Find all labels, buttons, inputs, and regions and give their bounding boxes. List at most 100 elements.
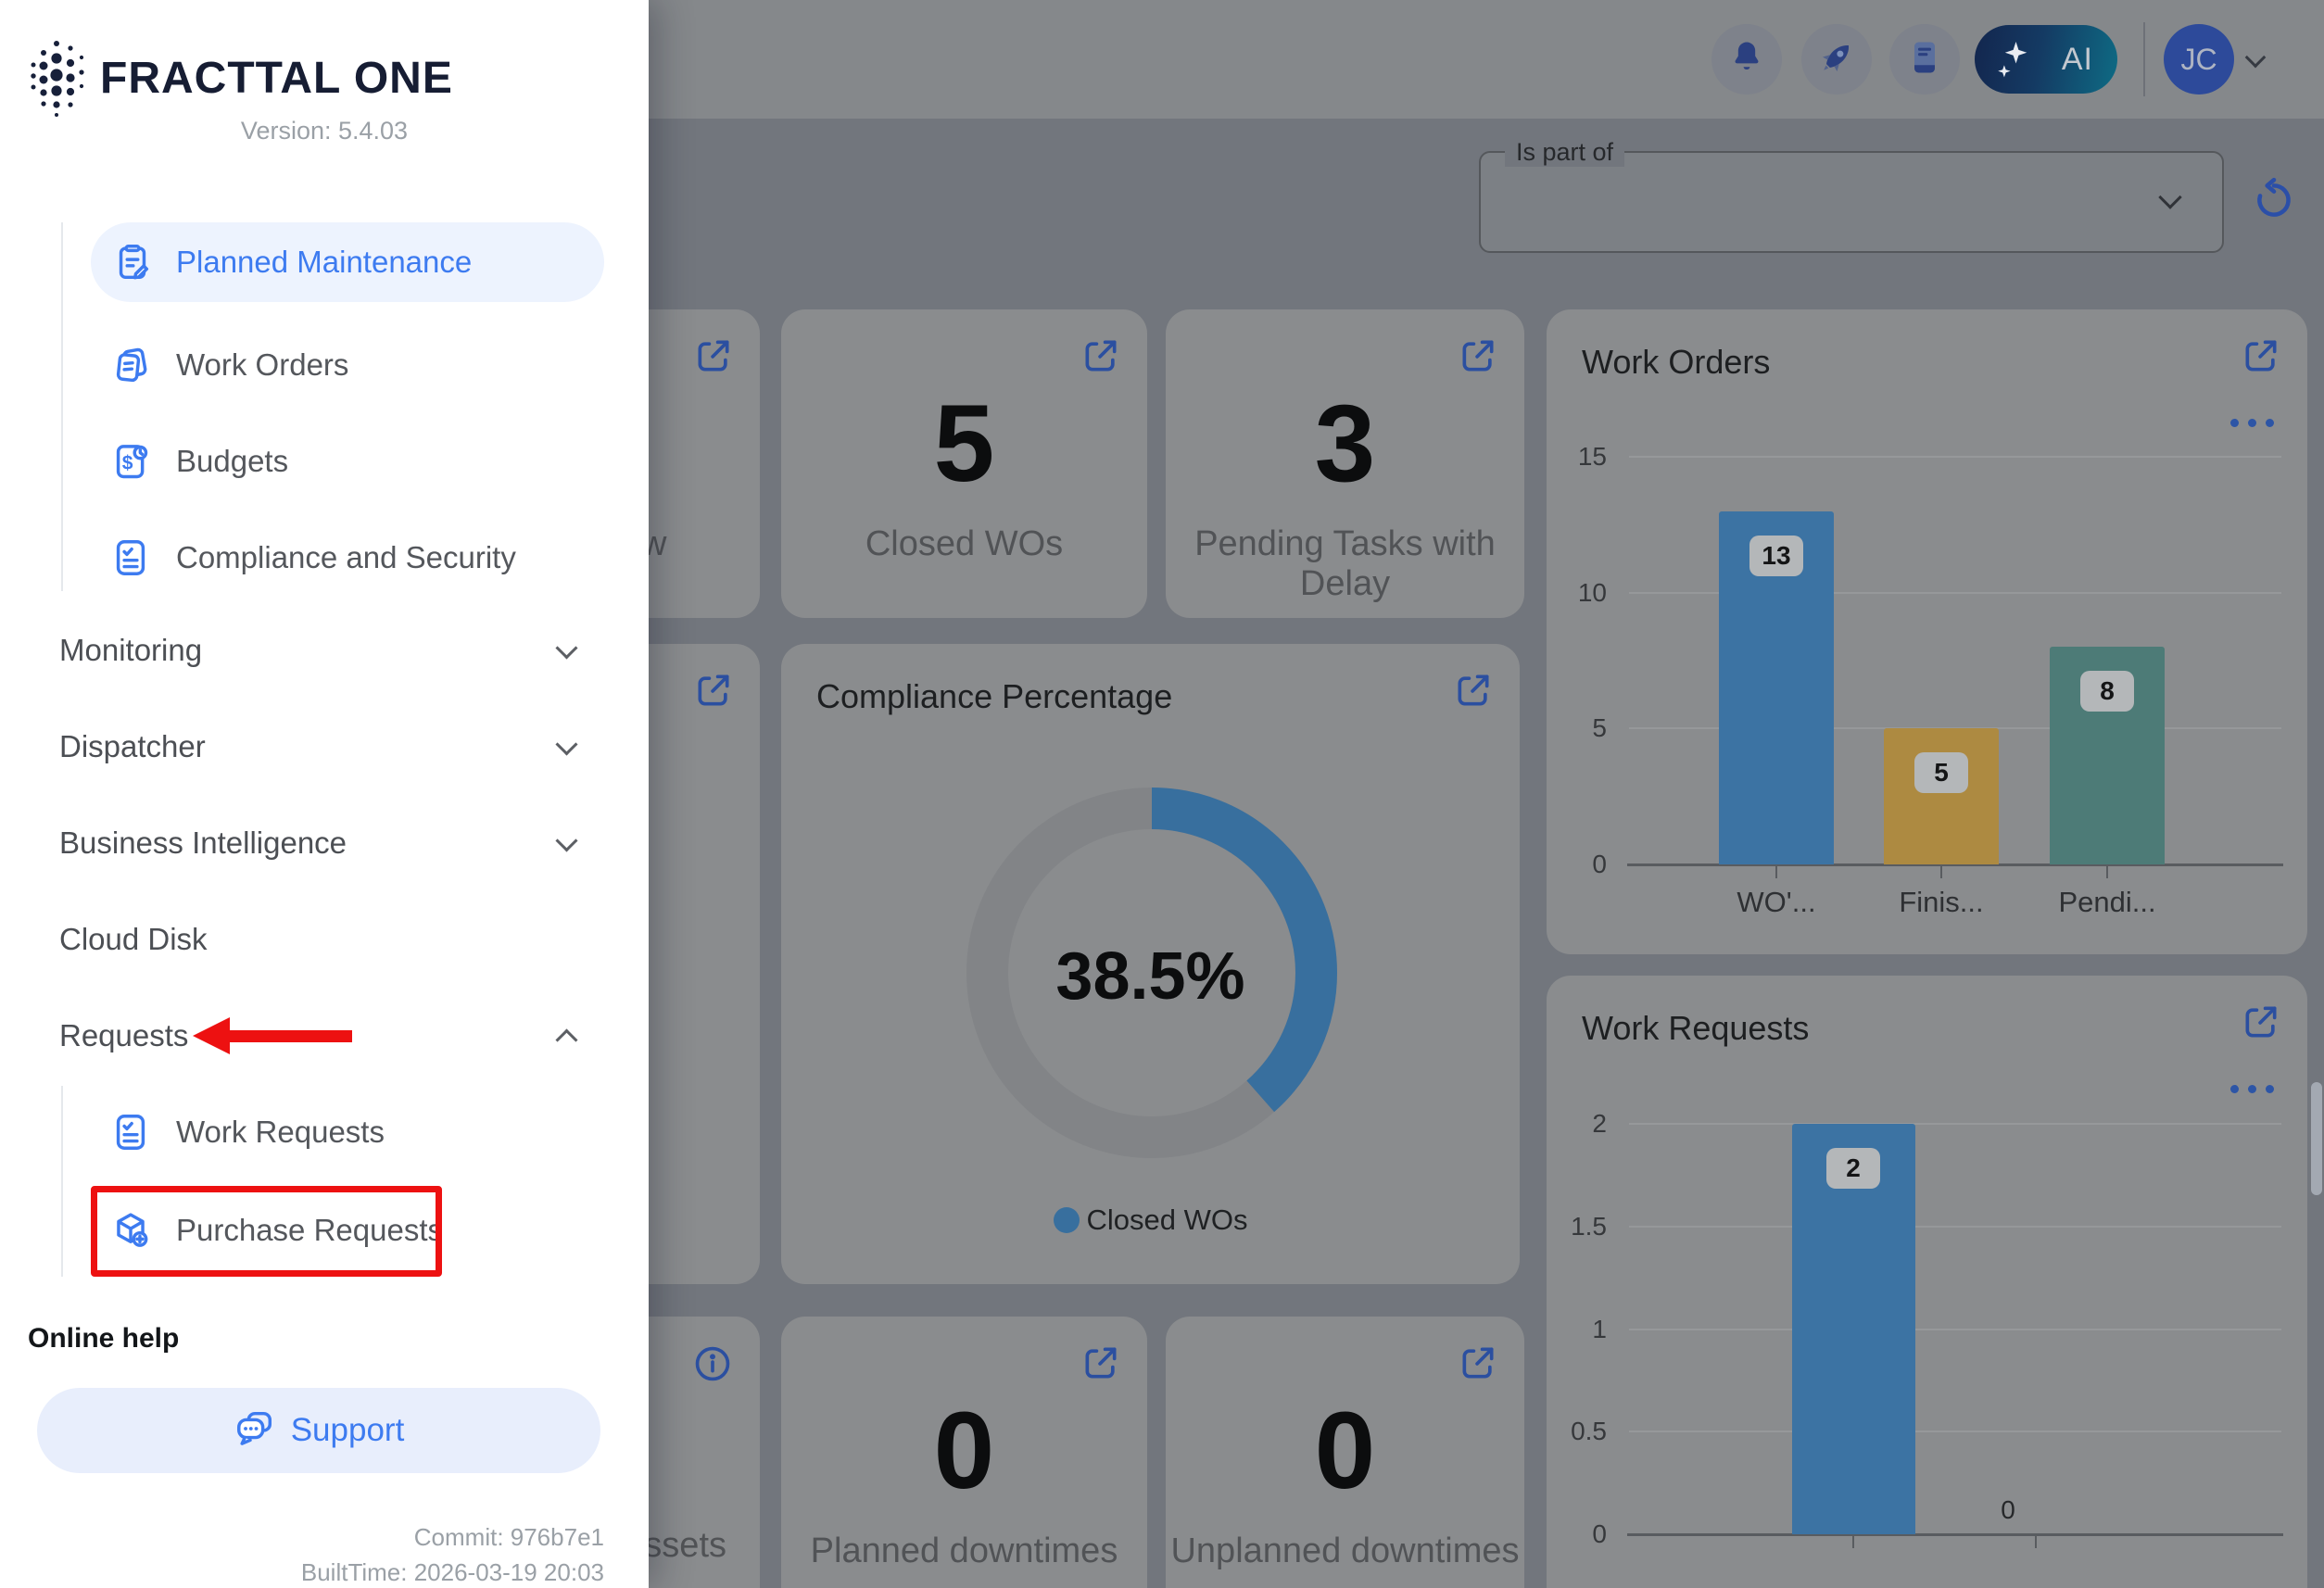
x-axis-category-label: WO'... xyxy=(1688,886,1864,919)
docs-button[interactable] xyxy=(1889,24,1960,95)
chart-title: Work Requests xyxy=(1582,1009,1809,1048)
chart-options-menu[interactable] xyxy=(2228,413,2276,432)
x-axis-tick xyxy=(1852,1536,1854,1548)
y-axis-tick-label: 10 xyxy=(1549,576,1607,610)
open-external-icon[interactable] xyxy=(693,335,734,376)
sidebar-section-label: Business Intelligence xyxy=(59,826,347,861)
select-label: Is part of xyxy=(1505,138,1624,167)
annotation-arrow-requests xyxy=(193,1017,230,1054)
grid-line xyxy=(1629,1226,2281,1228)
sidebar-item-label: Work Orders xyxy=(176,347,348,383)
sidebar-section-label: Requests xyxy=(59,1018,188,1053)
user-avatar[interactable]: JC xyxy=(2164,24,2234,95)
refresh-icon xyxy=(2250,176,2298,224)
avatar-initials: JC xyxy=(2180,43,2217,77)
header-divider xyxy=(2143,22,2145,96)
x-axis-tick xyxy=(2035,1536,2037,1548)
sidebar-item-label: Compliance and Security xyxy=(176,540,516,575)
legend-label: Closed WOs xyxy=(1087,1204,1248,1237)
kpi-label: Pending Tasks with Delay xyxy=(1166,524,1524,604)
chart-legend: Closed WOs xyxy=(781,1204,1520,1237)
sidebar-section-label: Monitoring xyxy=(59,633,202,668)
sidebar-item-compliance-and-security[interactable]: Compliance and Security xyxy=(0,510,649,606)
chevron-down-icon xyxy=(556,832,578,854)
checklist-icon xyxy=(109,1111,152,1153)
kpi-card-unplanned-downtimes: 0 Unplanned downtimes xyxy=(1166,1317,1524,1588)
y-axis-tick-label: 15 xyxy=(1549,440,1607,473)
compliance-percent-value: 38.5% xyxy=(781,939,1520,1015)
sidebar-section-business-intelligence[interactable]: Business Intelligence xyxy=(0,795,649,891)
open-external-icon[interactable] xyxy=(1453,670,1494,711)
refresh-button[interactable] xyxy=(2250,176,2298,224)
x-axis-tick xyxy=(1775,866,1777,878)
app-root: AI JC Is part of w 5 Closed WOs 3 Pendin… xyxy=(0,0,2324,1588)
open-external-icon[interactable] xyxy=(1458,1342,1498,1383)
open-external-icon[interactable] xyxy=(1080,335,1121,376)
open-external-icon[interactable] xyxy=(2241,335,2281,376)
svg-text:$: $ xyxy=(122,452,133,473)
is-part-of-select[interactable]: Is part of xyxy=(1479,151,2224,253)
work-orders-chart-card: Work Orders 05101513WO'...5Finis...8Pend… xyxy=(1547,309,2307,954)
annotation-box-purchase-requests xyxy=(91,1186,442,1277)
clipboard-edit-icon xyxy=(111,241,154,284)
account-menu-chevron-icon[interactable] xyxy=(2246,48,2267,69)
bar-value-badge: 5 xyxy=(1914,752,1968,793)
sidebar-section-monitoring[interactable]: Monitoring xyxy=(0,602,649,699)
kpi-label: Planned downtimes xyxy=(781,1531,1147,1571)
built-time-label: BuiltTime: 2026-03-19 20:03 xyxy=(301,1558,604,1587)
whats-new-button[interactable] xyxy=(1801,24,1872,95)
open-external-icon[interactable] xyxy=(1080,1342,1121,1383)
chevron-up-icon xyxy=(556,1025,578,1047)
chevron-down-icon xyxy=(2159,186,2183,210)
open-external-icon[interactable] xyxy=(693,670,734,711)
y-axis-tick-label: 0 xyxy=(1549,848,1607,881)
scrollbar-thumb[interactable] xyxy=(2311,1082,2322,1195)
online-help-label: Online help xyxy=(28,1323,179,1355)
sparkles-icon xyxy=(1993,37,2034,86)
notifications-button[interactable] xyxy=(1711,24,1782,95)
y-axis-tick-label: 1.5 xyxy=(1549,1210,1607,1243)
kpi-label: Unplanned downtimes xyxy=(1166,1531,1524,1571)
checklist-icon xyxy=(109,536,152,579)
ai-assistant-button[interactable]: AI xyxy=(1975,25,2117,94)
chart-title: Compliance Percentage xyxy=(816,677,1172,716)
sidebar-section-cloud-disk[interactable]: Cloud Disk xyxy=(0,891,649,988)
sidebar-section-label: Dispatcher xyxy=(59,729,206,764)
info-icon[interactable] xyxy=(691,1342,734,1385)
sidebar-item-work-requests[interactable]: Work Requests xyxy=(0,1084,649,1180)
chart-options-menu[interactable] xyxy=(2228,1079,2276,1098)
sidebar-item-budgets[interactable]: $ Budgets xyxy=(0,413,649,510)
open-external-icon[interactable] xyxy=(2241,1002,2281,1042)
kpi-value: 3 xyxy=(1166,389,1524,498)
version-label: Version: 5.4.03 xyxy=(0,117,649,145)
chat-bubbles-icon xyxy=(234,1407,276,1455)
grid-line xyxy=(1629,456,2281,458)
kpi-value: 0 xyxy=(1166,1396,1524,1506)
brand-name: FRACTTAL ONE xyxy=(100,53,453,104)
support-label: Support xyxy=(291,1412,405,1449)
sidebar-item-work-orders[interactable]: Work Orders xyxy=(0,317,649,413)
open-external-icon[interactable] xyxy=(1458,335,1498,376)
sidebar-item-label: Budgets xyxy=(176,444,288,479)
sidebar-section-label: Cloud Disk xyxy=(59,922,208,957)
x-axis-line xyxy=(1627,1533,2283,1536)
chevron-down-icon xyxy=(556,736,578,758)
kpi-card-closed-wos: 5 Closed WOs xyxy=(781,309,1147,618)
kpi-value: 0 xyxy=(781,1396,1147,1506)
ai-label: AI xyxy=(2062,42,2093,78)
y-axis-tick-label: 1 xyxy=(1549,1313,1607,1346)
sidebar-section-dispatcher[interactable]: Dispatcher xyxy=(0,699,649,795)
y-axis-tick-label: 0 xyxy=(1549,1518,1607,1551)
x-axis-tick xyxy=(1940,866,1942,878)
x-axis-category-label: Pendi... xyxy=(2019,886,2195,919)
grid-line xyxy=(1629,1329,2281,1330)
sidebar-item-planned-maintenance[interactable]: Planned Maintenance xyxy=(91,222,604,302)
book-icon xyxy=(1904,37,1945,82)
support-button[interactable]: Support xyxy=(37,1388,600,1473)
kpi-value: 5 xyxy=(781,389,1147,498)
kpi-card-planned-downtimes: 0 Planned downtimes xyxy=(781,1317,1147,1588)
bell-icon xyxy=(1726,37,1767,82)
bar xyxy=(1884,728,1999,864)
bar-value-badge: 13 xyxy=(1749,536,1803,576)
rocket-icon xyxy=(1816,37,1857,82)
